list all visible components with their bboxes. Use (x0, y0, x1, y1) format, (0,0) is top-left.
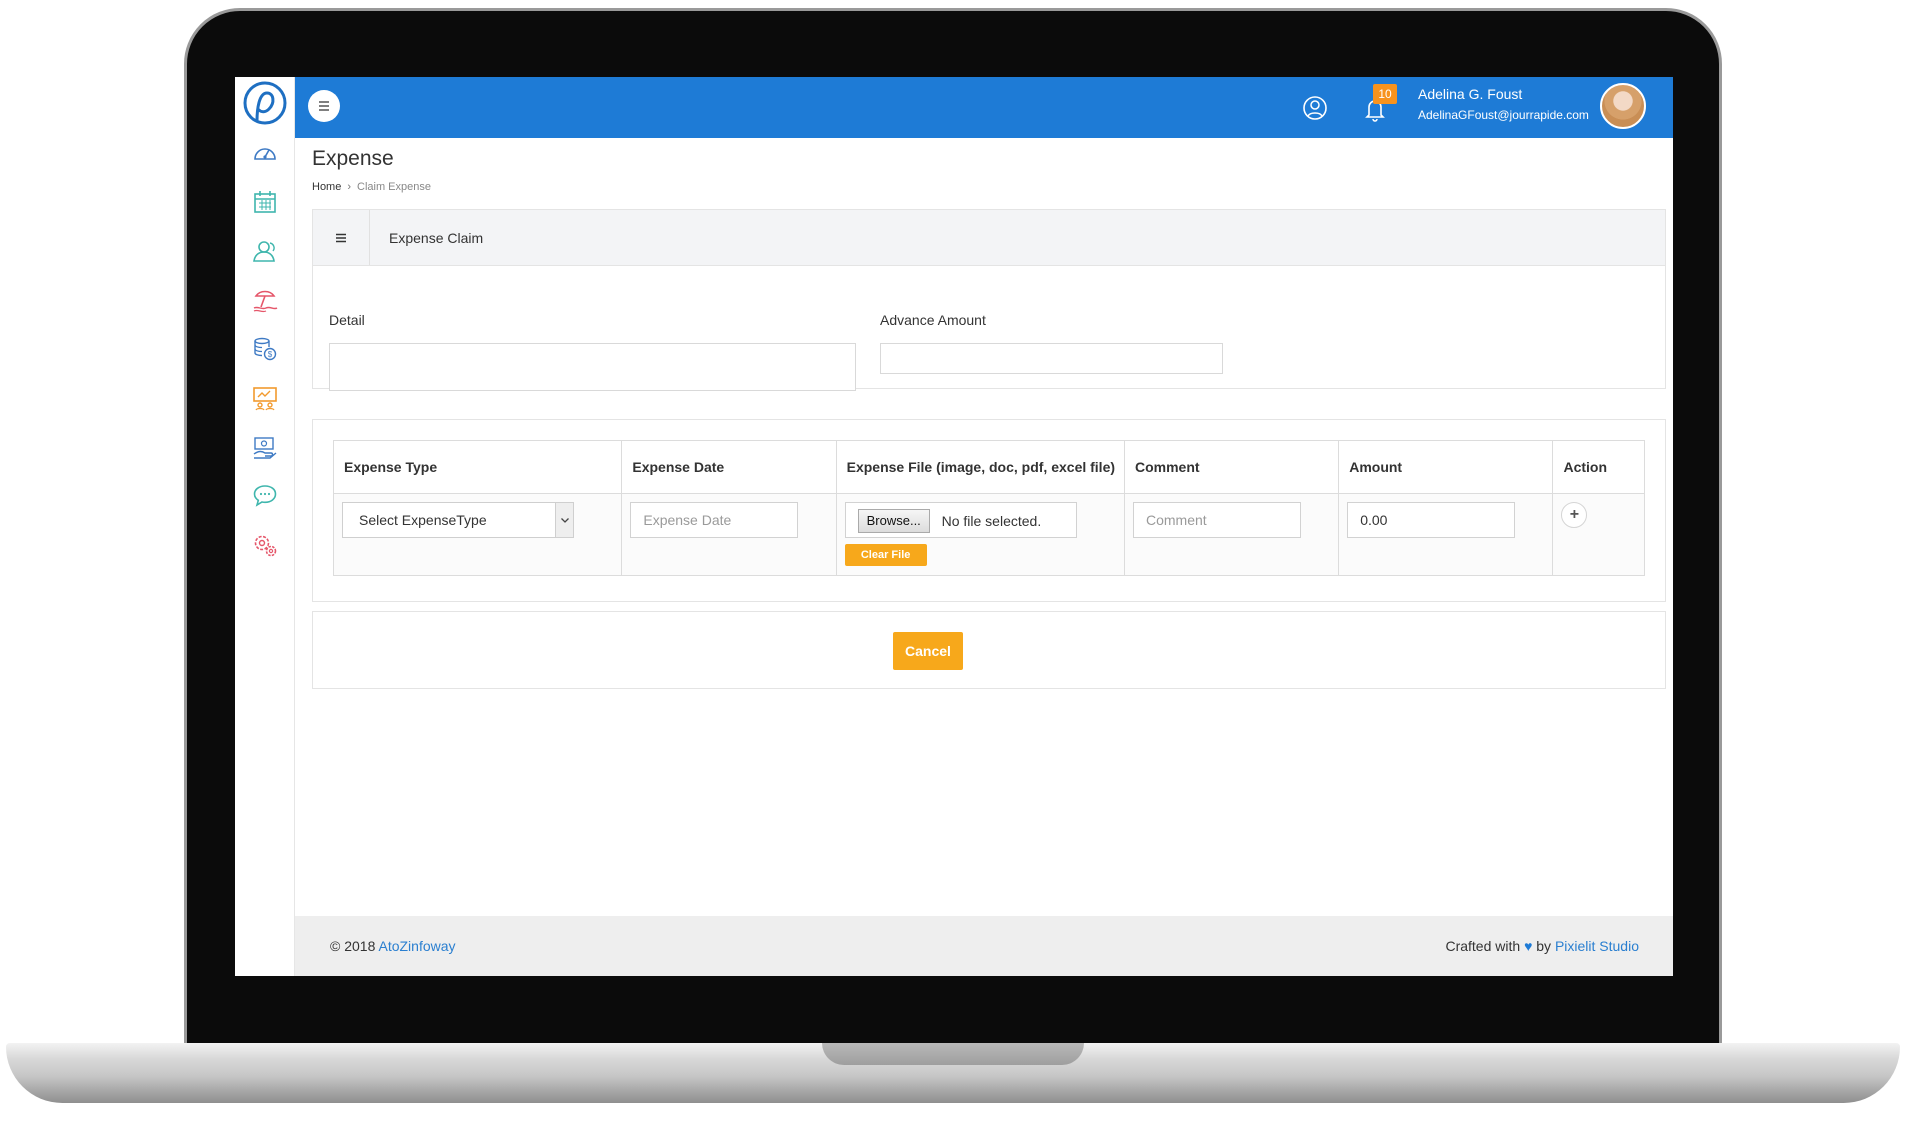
beach-icon (253, 290, 278, 313)
user-email: AdelinaGFoust@jourrapide.com (1418, 108, 1589, 122)
advance-amount-label: Advance Amount (880, 312, 986, 328)
studio-link[interactable]: Pixielit Studio (1555, 938, 1639, 954)
by-text: by (1536, 938, 1552, 954)
dashboard-icon (254, 148, 276, 160)
sidebar-item-messages[interactable] (245, 476, 285, 516)
presentation-icon (253, 387, 277, 411)
footer-copyright: © 2018 AtoZinfoway (330, 938, 456, 954)
chevron-down-icon (555, 503, 573, 537)
breadcrumb-current: Claim Expense (357, 181, 431, 193)
company-link[interactable]: AtoZinfoway (378, 938, 455, 954)
form-actions: Cancel (312, 611, 1666, 689)
laptop-notch (822, 1043, 1084, 1065)
sidebar-item-expense[interactable] (245, 427, 285, 467)
expense-date-cell (621, 493, 837, 576)
add-row-button[interactable]: + (1561, 502, 1588, 528)
expense-file-cell: Browse... No file selected. Clear File (835, 493, 1125, 576)
column-header: Amount (1338, 440, 1554, 494)
expense-type-select[interactable]: Select ExpenseType (342, 502, 574, 538)
notification-badge: 10 (1373, 84, 1397, 104)
sidebar-item-leave[interactable] (245, 280, 285, 320)
page-title: Expense (312, 147, 394, 170)
breadcrumb-separator-icon: › (347, 181, 352, 193)
expense-table-panel: Expense Type Expense Date Expense File (… (312, 419, 1666, 602)
browse-button[interactable]: Browse... (857, 509, 930, 533)
copyright-text: © 2018 (330, 938, 376, 954)
breadcrumb-home[interactable]: Home (312, 181, 341, 193)
sidebar-item-dashboard[interactable] (245, 133, 285, 173)
table-row: Select ExpenseType Browse... No file sel… (332, 493, 1645, 576)
panel-menu-button[interactable] (313, 210, 370, 265)
comment-cell (1123, 493, 1340, 576)
menu-icon (336, 233, 346, 242)
heart-icon: ♥ (1524, 938, 1533, 954)
settings-icon (254, 535, 277, 557)
expense-type-cell: Select ExpenseType (332, 493, 623, 576)
cancel-button[interactable]: Cancel (893, 632, 963, 670)
expense-claim-panel: Expense Claim Detail Advance Amount (312, 209, 1666, 391)
action-cell: + (1552, 493, 1645, 576)
panel-header: Expense Claim (313, 210, 1665, 266)
sidebar-item-settings[interactable] (245, 525, 285, 565)
users-icon (253, 241, 275, 262)
money-icon: $ (254, 337, 277, 361)
amount-cell (1338, 493, 1554, 576)
support-button[interactable] (1300, 93, 1330, 123)
footer-credit: Crafted with ♥ by Pixielit Studio (1445, 938, 1639, 954)
app-screen: $ 10 Adelina G. Foust AdelinaGFoust@jour… (235, 77, 1673, 976)
sidebar: $ (235, 77, 295, 976)
sidebar-item-training[interactable] (245, 378, 285, 418)
column-header: Comment (1123, 440, 1340, 494)
clear-file-button[interactable]: Clear File (844, 544, 927, 566)
expense-table: Expense Type Expense Date Expense File (… (332, 440, 1645, 576)
svg-text:$: $ (268, 350, 273, 359)
user-name[interactable]: Adelina G. Foust (1418, 86, 1522, 102)
avatar[interactable] (1600, 83, 1646, 129)
panel-title: Expense Claim (389, 230, 484, 246)
sidebar-item-payroll[interactable]: $ (245, 329, 285, 369)
detail-field[interactable] (329, 343, 856, 391)
menu-icon (319, 101, 329, 111)
column-header: Expense Date (621, 440, 837, 494)
table-header-row: Expense Type Expense Date Expense File (… (332, 440, 1645, 494)
file-status: No file selected. (941, 513, 1042, 529)
menu-toggle-button[interactable] (308, 90, 340, 122)
column-header: Expense Type (332, 440, 623, 494)
detail-label: Detail (329, 312, 365, 328)
support-icon (1303, 96, 1327, 120)
file-input: Browse... No file selected. (844, 502, 1077, 538)
chat-icon (253, 485, 277, 507)
comment-input[interactable] (1132, 502, 1301, 538)
expense-type-value: Select ExpenseType (359, 512, 487, 528)
sidebar-item-calendar[interactable] (245, 182, 285, 222)
logo-icon[interactable] (241, 79, 289, 131)
expense-date-input[interactable] (630, 502, 799, 538)
column-header: Expense File (image, doc, pdf, excel fil… (835, 440, 1125, 494)
crafted-text: Crafted with (1445, 938, 1521, 954)
footer: © 2018 AtoZinfoway Crafted with ♥ by Pix… (295, 916, 1673, 976)
top-bar: 10 Adelina G. Foust AdelinaGFoust@jourra… (295, 77, 1673, 138)
amount-input[interactable] (1347, 502, 1516, 538)
calendar-icon (254, 191, 276, 213)
sidebar-item-users[interactable] (245, 231, 285, 271)
plus-icon: + (1569, 506, 1580, 523)
column-header: Action (1552, 440, 1645, 494)
advance-amount-field[interactable] (880, 343, 1223, 374)
payment-icon (253, 437, 277, 459)
breadcrumb: Home › Claim Expense (312, 181, 431, 193)
